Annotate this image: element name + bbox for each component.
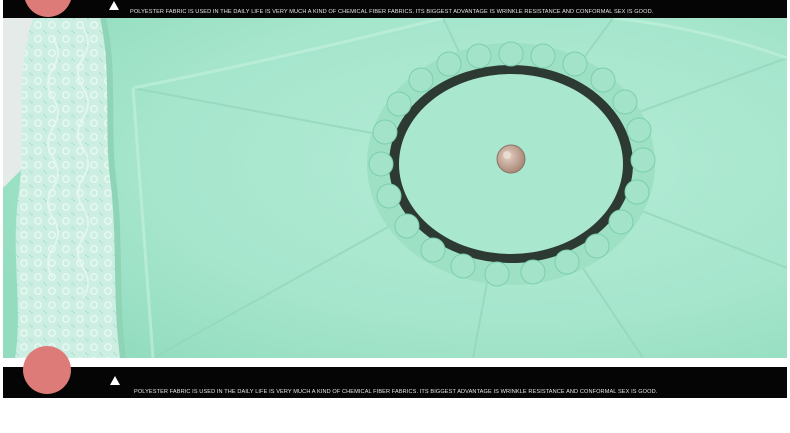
circle-icon xyxy=(24,0,72,17)
umbrella-canopy-illustration xyxy=(3,18,787,358)
banner-caption: POLYESTER FABRIC IS USED IN THE DAILY LI… xyxy=(134,389,658,395)
circle-icon xyxy=(23,346,71,394)
banner-caption: POLYESTER FABRIC IS USED IN THE DAILY LI… xyxy=(130,9,654,15)
bottom-banner: POLYESTER FABRIC IS USED IN THE DAILY LI… xyxy=(3,346,787,398)
triangle-up-icon xyxy=(109,1,119,10)
top-banner: POLYESTER FABRIC IS USED IN THE DAILY LI… xyxy=(3,0,787,18)
umbrella-photo xyxy=(3,18,787,358)
triangle-up-icon xyxy=(110,376,120,385)
